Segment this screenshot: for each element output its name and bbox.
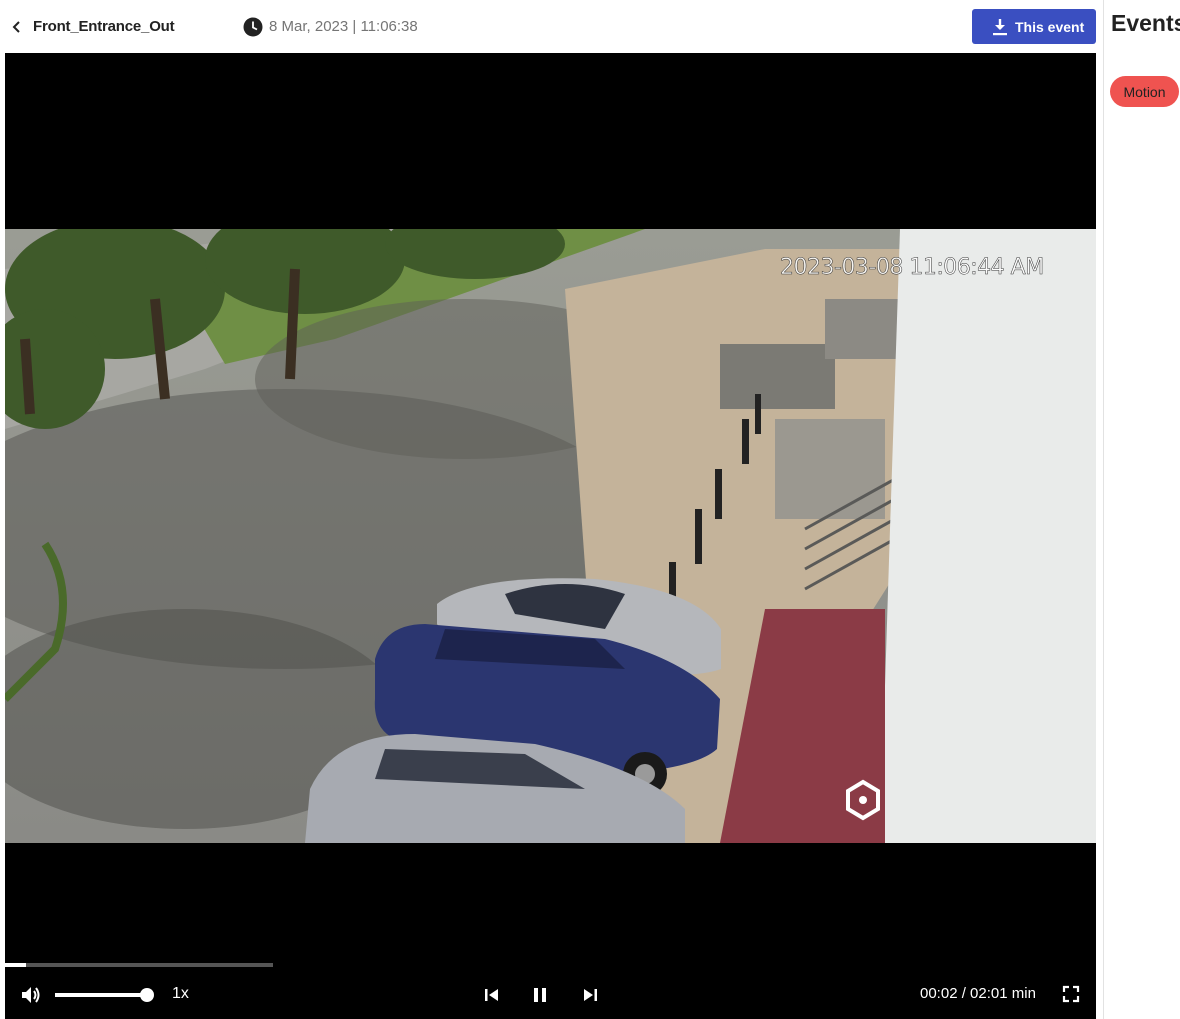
camera-image [5,229,1096,843]
events-title: Events [1111,10,1180,36]
osd-timestamp: 2023-03-08 11:06:44 AM [780,255,1045,281]
next-button[interactable] [581,986,599,1004]
event-timestamp: 8 Mar, 2023 | 11:06:38 [269,18,418,35]
pause-icon [534,988,546,1002]
camera-name: Front_Entrance_Out [33,18,175,35]
volume-slider[interactable] [55,988,155,1002]
volume-button[interactable] [20,984,42,1006]
volume-handle[interactable] [140,988,155,1002]
pause-button[interactable] [530,985,550,1005]
chevron-left-icon [12,21,20,33]
header: Front_Entrance_Out 8 Mar, 2023 | 11:06:3… [0,0,1098,53]
skip-previous-icon [485,989,498,1001]
fullscreen-button[interactable] [1062,985,1080,1003]
volume-level [55,993,148,997]
download-event-button[interactable]: This event [972,9,1096,44]
back-button[interactable] [10,17,24,37]
video-frame: 2023-03-08 11:06:44 AM [5,229,1096,843]
event-viewer: Front_Entrance_Out 8 Mar, 2023 | 11:06:3… [0,0,1180,1019]
download-event-label: This event [1015,18,1085,35]
seek-bar[interactable] [5,963,273,967]
playback-speed[interactable]: 1x [172,985,189,1003]
player-controls: 1x 00:02 / 02:01 min [5,977,1096,1017]
seek-bar-progress [5,963,27,967]
event-tag-motion[interactable]: Motion [1110,76,1179,107]
fullscreen-icon [1062,985,1080,1003]
download-icon [993,18,1007,35]
clock-icon [243,17,263,37]
panel-divider [1103,0,1104,1019]
skip-next-icon [584,989,597,1001]
time-readout: 00:02 / 02:01 min [920,985,1036,1002]
previous-button[interactable] [483,986,501,1004]
volume-icon [22,987,40,1003]
video-player[interactable]: 2023-03-08 11:06:44 AM 1x 00:02 / 02:01 … [5,53,1096,1019]
